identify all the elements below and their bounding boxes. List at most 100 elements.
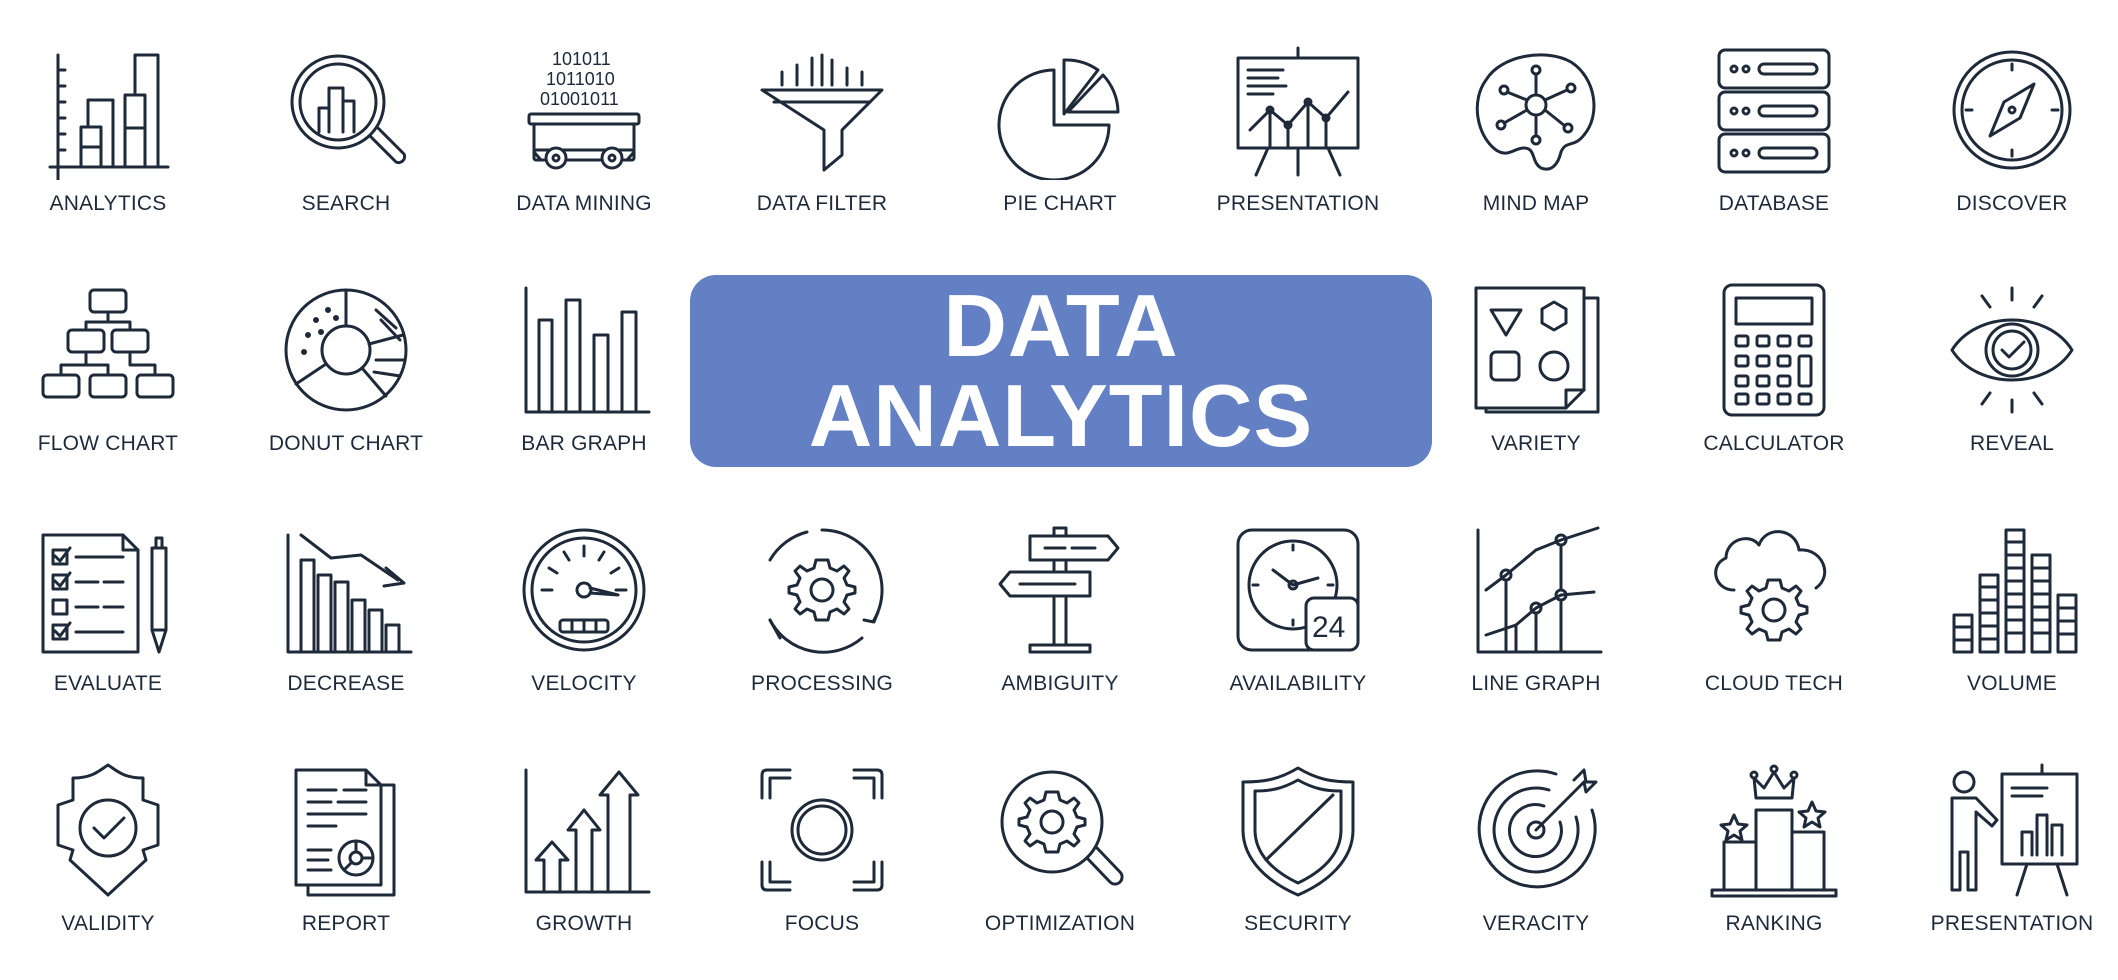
pie-chart-icon (997, 58, 1120, 180)
icon-cell-presentation: PRESENTATION (1198, 10, 1398, 230)
icon-label: MIND MAP (1482, 192, 1590, 215)
icon-label: DONUT CHART (268, 432, 424, 455)
icon-label: FLOW CHART (37, 432, 179, 455)
icon-label: OPTIMIZATION (984, 912, 1136, 935)
icon-cell-database: DATABASE (1674, 10, 1874, 230)
icon-label: REVEAL (1969, 432, 2055, 455)
icon-cell-data-mining: 101011 1011010 01001011 DATA MINING (484, 10, 684, 230)
shield-icon (1241, 766, 1355, 897)
icon-cell-ranking: RANKING (1674, 730, 1874, 950)
icon-label: PRESENTATION (1216, 192, 1380, 215)
icon-label: ANALYTICS (49, 192, 167, 215)
svg-text:1011010: 1011010 (546, 69, 615, 89)
icon-cell-decrease: DECREASE (246, 490, 446, 710)
shield-check-ribbon-icon (56, 763, 160, 897)
icon-label: DATABASE (1718, 192, 1830, 215)
clock-24-icon: 24 (1236, 528, 1360, 652)
icon-cell-growth: GROWTH (484, 730, 684, 950)
icon-label: CALCULATOR (1703, 432, 1845, 455)
icon-label: EVALUATE (53, 672, 163, 695)
icon-label: CLOUD TECH (1704, 672, 1844, 695)
icon-label: VELOCITY (531, 672, 637, 695)
icon-cell-variety: VARIETY (1436, 250, 1636, 470)
icon-cell-data-filter: DATA FILTER (722, 10, 922, 230)
icon-cell-validity: VALIDITY (8, 730, 208, 950)
icon-cell-veracity: VERACITY (1436, 730, 1636, 950)
signpost-icon (998, 526, 1120, 654)
speedometer-icon (522, 528, 646, 652)
icon-cell-calculator: CALCULATOR (1674, 250, 1874, 470)
icon-label: VARIETY (1491, 432, 1581, 455)
icon-label: FOCUS (784, 912, 860, 935)
icon-label: DATA MINING (516, 192, 652, 215)
icon-label: BAR GRAPH (521, 432, 647, 455)
icon-cell-donut-chart: DONUT CHART (246, 250, 446, 470)
eye-check-icon (1950, 286, 2074, 414)
icon-label: RANKING (1725, 912, 1823, 935)
report-document-icon (294, 768, 396, 897)
icon-label: LINE GRAPH (1471, 672, 1601, 695)
presenter-board-icon (1950, 763, 2079, 897)
bar-graph-icon (524, 286, 651, 414)
icon-cell-volume: VOLUME (1912, 490, 2112, 710)
icon-label: DATA FILTER (756, 192, 888, 215)
icon-label: AVAILABILITY (1229, 672, 1367, 695)
icon-label: AMBIGUITY (1001, 672, 1119, 695)
icon-cell-velocity: VELOCITY (484, 490, 684, 710)
volume-bars-icon (1952, 528, 2078, 654)
title-banner: DATA ANALYTICS (690, 275, 1432, 467)
server-stack-icon (1717, 48, 1831, 174)
icon-cell-security: SECURITY (1198, 730, 1398, 950)
icon-cell-discover: DISCOVER (1912, 10, 2112, 230)
icon-label: VALIDITY (61, 912, 155, 935)
decreasing-chart-icon (286, 533, 413, 654)
icon-cell-bar-graph: BAR GRAPH (484, 250, 684, 470)
icon-label: VOLUME (1967, 672, 2057, 695)
flow-chart-icon (41, 288, 175, 399)
growth-arrows-icon (524, 768, 651, 894)
bar-chart-icon (48, 53, 170, 180)
icon-cell-processing: PROCESSING (722, 490, 922, 710)
magnifier-gear-icon (1000, 770, 1124, 886)
target-arrow-icon (1477, 768, 1598, 889)
icon-cell-reveal: REVEAL (1912, 250, 2112, 470)
icon-label: SECURITY (1244, 912, 1352, 935)
funnel-icon (760, 53, 884, 172)
icon-cell-pie-chart: PIE CHART (960, 10, 1160, 230)
line-graph-icon (1476, 526, 1603, 654)
icon-label: PROCESSING (750, 672, 894, 695)
cloud-gear-icon (1714, 530, 1827, 642)
icon-label: PIE CHART (1003, 192, 1117, 215)
icon-cell-cloud-tech: CLOUD TECH (1674, 490, 1874, 710)
svg-text:01001011: 01001011 (540, 89, 619, 109)
icon-label: DISCOVER (1956, 192, 2068, 215)
svg-text:101011: 101011 (552, 49, 611, 69)
icon-cell-presentation-2: PRESENTATION (1912, 730, 2112, 950)
compass-icon (1952, 50, 2072, 170)
icon-cell-mind-map: MIND MAP (1436, 10, 1636, 230)
banner-title-line2: ANALYTICS (808, 366, 1314, 465)
icon-label: DECREASE (287, 672, 405, 695)
icon-label: GROWTH (535, 912, 633, 935)
icon-cell-focus: FOCUS (722, 730, 922, 950)
magnifier-chart-icon (290, 54, 407, 165)
icon-label: SEARCH (301, 192, 391, 215)
calculator-icon (1722, 283, 1826, 417)
icon-cell-report: REPORT (246, 730, 446, 950)
icon-cell-optimization: OPTIMIZATION (960, 730, 1160, 950)
mine-cart-binary-icon: 101011 1011010 01001011 (527, 49, 641, 170)
shapes-icon (1474, 286, 1600, 414)
focus-frame-icon (760, 768, 884, 892)
podium-crown-icon (1710, 764, 1838, 898)
donut-chart-icon (284, 288, 408, 412)
icon-cell-analytics: ANALYTICS (8, 10, 208, 230)
icon-cell-ambiguity: AMBIGUITY (960, 490, 1160, 710)
icon-label: PRESENTATION (1930, 912, 2094, 935)
icon-cell-line-graph: LINE GRAPH (1436, 490, 1636, 710)
checklist-pen-icon (41, 533, 168, 654)
banner-title-line1: DATA (943, 276, 1179, 375)
gear-cycle-icon (768, 528, 884, 654)
icon-cell-search: SEARCH (246, 10, 446, 230)
presentation-board-icon (1236, 46, 1360, 177)
icon-cell-evaluate: EVALUATE (8, 490, 208, 710)
